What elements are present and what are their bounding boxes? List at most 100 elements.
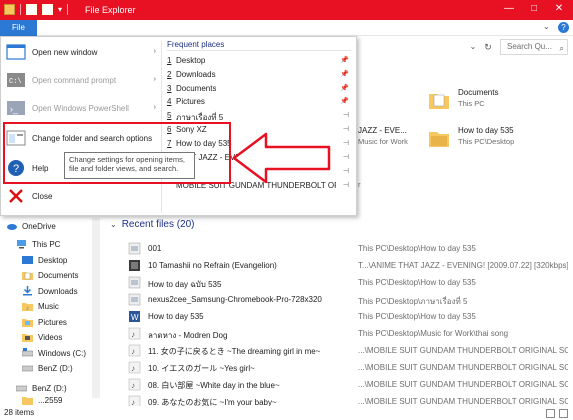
svg-text:♪: ♪ (131, 398, 135, 406)
desktop-icon (22, 256, 33, 264)
list-item[interactable]: 10 Tamashii no Refrain (Evangelion) T...… (128, 257, 568, 274)
folder-icon (429, 132, 449, 147)
pin-icon[interactable]: ⊣ (343, 167, 349, 175)
frequent-folder-tile[interactable]: How to day 535 This PC\Desktop (428, 124, 568, 164)
nav-item-videos[interactable]: Videos (22, 329, 62, 345)
recent-files-title: Recent files (20) (121, 219, 195, 230)
command-prompt-icon: C:\ (7, 73, 25, 87)
list-item[interactable]: ♪ 08. 白い部屋 ~White day in the blue~ ...\M… (128, 376, 568, 393)
pin-icon[interactable]: ⊣ (343, 139, 349, 147)
frequent-places-title: Frequent places (167, 40, 225, 49)
list-item[interactable]: nexus2cee_Samsung-Chromebook-Pro-728x320… (128, 291, 568, 308)
audio-file-icon: ♪ (128, 361, 141, 374)
menu-item-open-new-window[interactable]: Open new window › (3, 39, 159, 65)
nav-item-label: BenZ (D:) (38, 363, 73, 373)
frequent-place-label: Desktop (176, 56, 206, 65)
file-path: ...\MOBILE SUIT GUNDAM THUNDERBOLT ORIGI… (358, 346, 568, 355)
nav-item-folder[interactable]: ...2559 (22, 395, 62, 405)
nav-item-downloads[interactable]: Downloads (22, 283, 78, 299)
expand-ribbon-icon[interactable]: ⌄ (543, 22, 553, 32)
menu-item-open-command-prompt[interactable]: C:\ Open command prompt › (3, 67, 159, 93)
address-dropdown-icon[interactable]: ⌄ (467, 40, 479, 54)
nav-item-pictures[interactable]: Pictures (22, 314, 67, 330)
svg-text:♪: ♪ (131, 330, 135, 339)
pin-icon[interactable]: ⊣ (343, 153, 349, 161)
svg-text:W: W (131, 313, 139, 322)
pin-icon[interactable]: ⊣ (343, 111, 349, 119)
audio-file-icon: ♪ (128, 395, 141, 406)
folder-icon (4, 4, 15, 15)
details-view-icon[interactable] (546, 409, 555, 418)
customize-toolbar-icon[interactable]: ▾ (58, 5, 62, 14)
file-name: 10. イエスのガール ~Yes girl~ (148, 364, 255, 373)
tile-location: Music for Work (358, 137, 408, 146)
frequent-place-item[interactable]: 3 Documents 📌 (167, 84, 353, 97)
file-path: This PC\Desktop\How to day 535 (358, 312, 476, 321)
list-item[interactable]: How to day ฉบับ 535 This PC\Desktop\How … (128, 274, 568, 291)
tile-location: This PC (458, 99, 485, 108)
list-item[interactable]: ♪ 10. イエスのガール ~Yes girl~ ...\MOBILE SUIT… (128, 359, 568, 376)
audio-file-icon (129, 260, 140, 271)
maximize-button[interactable]: □ (527, 2, 541, 16)
drive-icon (16, 385, 27, 392)
nav-item-this-pc[interactable]: This PC (16, 236, 60, 252)
frequent-place-label: Pictures (176, 97, 205, 106)
list-item[interactable]: ♪ 09. あなたのお気に ~I'm your baby~ ...\MOBILE… (128, 393, 568, 406)
pin-icon[interactable]: 📌 (340, 56, 349, 64)
frequent-folder-tile[interactable]: JAZZ - EVE... Music for Work (358, 124, 424, 164)
documents-icon (22, 272, 33, 280)
nav-item-desktop[interactable]: Desktop (22, 252, 67, 268)
svg-text:♪: ♪ (26, 306, 29, 311)
nav-item-onedrive[interactable]: OneDrive (6, 218, 56, 234)
window-icon (6, 44, 26, 60)
frequent-places-divider (167, 50, 351, 51)
list-item[interactable]: W How to day 535 This PC\Desktop\How to … (128, 308, 568, 325)
frequent-folder-tile[interactable]: r (358, 178, 398, 218)
file-name: How to day 535 (148, 312, 204, 321)
refresh-button[interactable]: ↻ (481, 40, 495, 54)
list-item[interactable]: 001 This PC\Desktop\How to day 535 (128, 240, 568, 257)
pin-icon[interactable]: ⊣ (343, 125, 349, 133)
file-name: 001 (148, 244, 162, 253)
drive-icon (22, 348, 33, 357)
menu-item-open-powershell[interactable]: ›_ Open Windows PowerShell › (3, 95, 159, 121)
toolbar-separator (67, 4, 69, 15)
pin-icon[interactable]: 📌 (340, 97, 349, 105)
pin-icon[interactable]: 📌 (340, 84, 349, 92)
file-name: ลาดหาง - Modren Dog (148, 331, 228, 340)
nav-item-benz-d[interactable]: BenZ (D:) (16, 380, 67, 396)
close-window-button[interactable]: ✕ (552, 2, 566, 16)
navigation-pane: OneDrive This PC Desktop Documents Downl… (0, 215, 100, 406)
nav-item-benz-d[interactable]: BenZ (D:) (22, 360, 73, 376)
toolbar-separator (20, 4, 21, 15)
large-icons-view-icon[interactable] (559, 409, 568, 418)
nav-item-label: Windows (C:) (38, 348, 87, 358)
tooltip: Change settings for opening items, file … (64, 152, 195, 179)
list-item[interactable]: ♪ 11. 女の子に戻るとき ~The dreaming girl in me~… (128, 342, 568, 359)
frequent-place-item[interactable]: 4 Pictures 📌 (167, 97, 353, 110)
nav-scrollbar[interactable] (92, 218, 100, 398)
nav-item-label: ...2559 (38, 395, 63, 405)
nav-item-windows-c[interactable]: Windows (C:) (22, 345, 86, 361)
search-input[interactable]: Search Qu... ⌕ (500, 39, 568, 55)
file-path: This PC\Desktop\How to day 535 (358, 244, 476, 253)
tab-file[interactable]: File (0, 20, 37, 36)
list-item[interactable]: ♪ ลาดหาง - Modren Dog This PC\Desktop\Mu… (128, 325, 568, 342)
file-name: 11. 女の子に戻るとき ~The dreaming girl in me~ (148, 347, 321, 356)
pin-icon[interactable]: 📌 (340, 70, 349, 78)
frequent-place-item[interactable]: 1 Desktop 📌 (167, 56, 353, 69)
frequent-place-item[interactable]: 2 Downloads 📌 (167, 70, 353, 83)
help-button[interactable]: ? (558, 22, 569, 33)
annotation-arrow-icon (232, 132, 331, 184)
pin-icon[interactable]: ⊣ (343, 181, 349, 189)
nav-item-music[interactable]: ♪ Music (22, 298, 59, 314)
minimize-button[interactable]: — (502, 2, 516, 16)
frequent-folder-tile[interactable]: Documents This PC (428, 86, 568, 126)
search-placeholder: Search Qu... (507, 42, 552, 51)
recent-files-header[interactable]: ⌄ Recent files (20) (110, 219, 195, 230)
new-folder-icon[interactable] (42, 4, 53, 15)
nav-item-documents[interactable]: Documents (22, 267, 78, 283)
properties-icon[interactable] (26, 4, 37, 15)
menu-item-close[interactable]: Close (3, 183, 159, 209)
folder-icon (22, 397, 33, 405)
